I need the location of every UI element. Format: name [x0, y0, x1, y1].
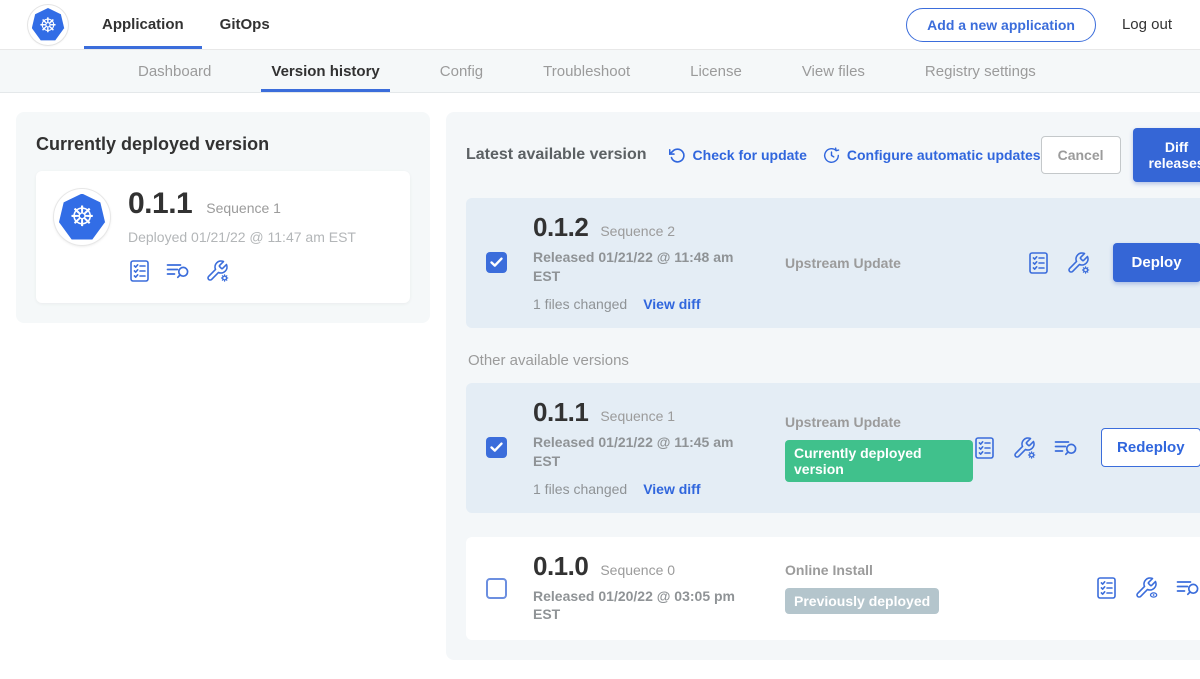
main-content: Currently deployed version ☸ 0.1.1 Seque…	[0, 93, 1200, 679]
deployed-version-sequence: Sequence 1	[206, 200, 281, 216]
released-timestamp: Released 01/20/22 @ 03:05 pm EST	[533, 587, 741, 625]
version-sequence: Sequence 1	[600, 408, 675, 424]
tab-troubleshoot[interactable]: Troubleshoot	[533, 50, 640, 92]
source-label: Upstream Update	[785, 255, 1027, 271]
tab-dashboard[interactable]: Dashboard	[128, 50, 221, 92]
kubernetes-logo-icon: ☸	[59, 194, 106, 241]
version-row-0-1-2: 0.1.2 Sequence 2 Released 01/21/22 @ 11:48…	[466, 198, 1200, 328]
deployed-version-number: 0.1.1	[128, 189, 192, 219]
version-source: Online Install Previously deployed	[745, 562, 1095, 614]
deploy-logs-icon[interactable]	[165, 259, 191, 283]
view-config-icon[interactable]	[1134, 576, 1159, 600]
version-number: 0.1.2	[533, 214, 588, 240]
top-nav: ☸ ApplicationGitOps Add a new applicatio…	[0, 0, 1200, 50]
top-tab-gitops[interactable]: GitOps	[202, 0, 288, 49]
version-source: Upstream Update Currently deployed versio…	[745, 414, 973, 482]
deploy-logs-icon[interactable]	[1175, 576, 1200, 600]
edit-config-icon[interactable]	[205, 259, 230, 283]
version-sequence: Sequence 2	[600, 223, 675, 239]
check-for-update-button[interactable]: Check for update	[669, 147, 807, 164]
version-number: 0.1.0	[533, 553, 588, 579]
preflight-checks-icon[interactable]	[1095, 576, 1118, 600]
version-number: 0.1.1	[533, 399, 588, 425]
released-timestamp: Released 01/21/22 @ 11:48 am EST	[533, 248, 741, 286]
status-badge: Previously deployed	[785, 588, 939, 614]
edit-config-icon[interactable]	[1066, 251, 1091, 275]
configure-automatic-updates-button[interactable]: Configure automatic updates	[823, 147, 1041, 164]
tab-view-files[interactable]: View files	[792, 50, 875, 92]
preflight-checks-icon[interactable]	[128, 259, 151, 283]
latest-version-list: 0.1.2 Sequence 2 Released 01/21/22 @ 11:48…	[466, 198, 1200, 328]
version-sequence: Sequence 0	[600, 562, 675, 578]
logout-link[interactable]: Log out	[1122, 16, 1172, 33]
preflight-checks-icon[interactable]	[973, 436, 996, 460]
files-changed-row: 1 files changed View diff	[533, 296, 745, 312]
version-actions	[1095, 576, 1200, 600]
app-icon: ☸	[54, 189, 110, 245]
released-timestamp: Released 01/21/22 @ 11:45 am EST	[533, 433, 741, 471]
source-label: Upstream Update	[785, 414, 973, 430]
version-checkbox[interactable]	[486, 252, 507, 273]
tab-version-history[interactable]: Version history	[261, 50, 389, 92]
redeploy-button[interactable]: Redeploy	[1101, 428, 1200, 467]
version-checkbox[interactable]	[486, 578, 507, 599]
currently-deployed-title: Currently deployed version	[36, 134, 410, 155]
kubernetes-logo-icon: ☸	[32, 8, 65, 41]
panel-header: Latest available version Check for updat…	[466, 128, 1200, 182]
top-tab-application[interactable]: Application	[84, 0, 202, 49]
version-source: Upstream Update	[745, 255, 1027, 271]
status-badge: Currently deployed version	[785, 440, 973, 482]
edit-config-icon[interactable]	[1012, 436, 1037, 460]
cancel-button[interactable]: Cancel	[1041, 136, 1121, 174]
version-row-0-1-0: 0.1.0 Sequence 0 Released 01/20/22 @ 03:05…	[466, 537, 1200, 641]
view-diff-link[interactable]: View diff	[643, 481, 700, 497]
deployed-version-card: ☸ 0.1.1 Sequence 1 Deployed 01/21/22 @ 1…	[36, 171, 410, 303]
top-nav-right: Add a new application Log out	[906, 0, 1200, 49]
tab-registry-settings[interactable]: Registry settings	[915, 50, 1046, 92]
files-changed-row: 1 files changed View diff	[533, 481, 745, 497]
deployed-version-actions	[128, 259, 356, 283]
latest-available-title: Latest available version	[466, 146, 647, 164]
other-available-versions-title: Other available versions	[468, 352, 1200, 369]
deploy-logs-icon[interactable]	[1053, 436, 1079, 460]
app-logo: ☸	[28, 5, 68, 45]
version-row-0-1-1: 0.1.1 Sequence 1 Released 01/21/22 @ 11:45…	[466, 383, 1200, 513]
version-info: 0.1.1 Sequence 1 Released 01/21/22 @ 11:45…	[533, 399, 745, 497]
files-changed-count: 1 files changed	[533, 481, 627, 497]
source-label: Online Install	[785, 562, 1095, 578]
tab-license[interactable]: License	[680, 50, 752, 92]
view-diff-link[interactable]: View diff	[643, 296, 700, 312]
preflight-checks-icon[interactable]	[1027, 251, 1050, 275]
deployed-version-info: 0.1.1 Sequence 1 Deployed 01/21/22 @ 11:…	[128, 189, 356, 283]
version-actions: Deploy	[1027, 243, 1200, 282]
schedule-update-icon	[823, 147, 840, 164]
tab-config[interactable]: Config	[430, 50, 493, 92]
version-history-panel: Latest available version Check for updat…	[446, 112, 1200, 660]
currently-deployed-card: Currently deployed version ☸ 0.1.1 Seque…	[16, 112, 430, 323]
version-info: 0.1.0 Sequence 0 Released 01/20/22 @ 03:05…	[533, 553, 745, 625]
top-tabs: ApplicationGitOps	[84, 0, 288, 49]
app-sub-nav: Dashboard Version history Config Troublesho…	[0, 50, 1200, 93]
add-application-button[interactable]: Add a new application	[906, 8, 1096, 42]
deployed-timestamp: Deployed 01/21/22 @ 11:47 am EST	[128, 229, 356, 245]
other-version-list: 0.1.1 Sequence 1 Released 01/21/22 @ 11:45…	[466, 383, 1200, 641]
deploy-button[interactable]: Deploy	[1113, 243, 1200, 282]
version-actions: Redeploy	[973, 428, 1200, 467]
version-checkbox[interactable]	[486, 437, 507, 458]
files-changed-count: 1 files changed	[533, 296, 627, 312]
refresh-icon	[669, 147, 686, 164]
diff-releases-button[interactable]: Diff releases	[1133, 128, 1200, 182]
version-info: 0.1.2 Sequence 2 Released 01/21/22 @ 11:48…	[533, 214, 745, 312]
